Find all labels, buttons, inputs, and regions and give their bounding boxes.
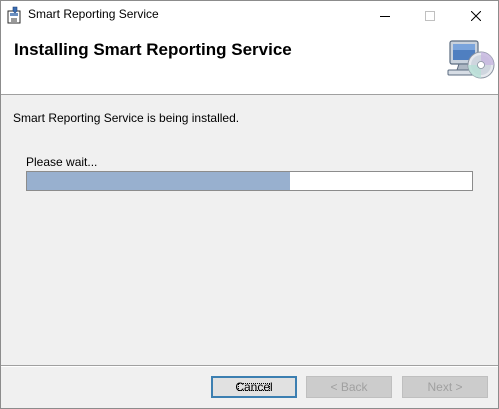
- install-status-text: Smart Reporting Service is being install…: [13, 111, 240, 125]
- maximize-icon: [424, 10, 435, 21]
- close-button[interactable]: [453, 1, 498, 30]
- maximize-button[interactable]: [407, 1, 452, 30]
- minimize-icon: [379, 15, 390, 17]
- window-title: Smart Reporting Service: [28, 7, 159, 21]
- header-banner: Installing Smart Reporting Service: [1, 30, 498, 95]
- installer-window: Smart Reporting Service Installing Smart…: [0, 0, 499, 409]
- progress-fill: [27, 172, 290, 190]
- back-button[interactable]: < Back: [306, 376, 392, 398]
- close-icon: [470, 10, 481, 21]
- footer-divider: [1, 365, 498, 367]
- installer-icon: [7, 6, 23, 24]
- page-title: Installing Smart Reporting Service: [14, 40, 292, 59]
- title-bar[interactable]: Smart Reporting Service: [1, 1, 498, 30]
- minimize-button[interactable]: [362, 1, 407, 30]
- please-wait-label: Please wait...: [26, 155, 98, 169]
- cancel-button[interactable]: Cancel: [211, 376, 297, 398]
- cancel-button-label: Cancel: [235, 380, 273, 394]
- install-progress-bar: [26, 171, 473, 191]
- computer-cd-icon: [447, 39, 495, 83]
- next-button[interactable]: Next >: [402, 376, 488, 398]
